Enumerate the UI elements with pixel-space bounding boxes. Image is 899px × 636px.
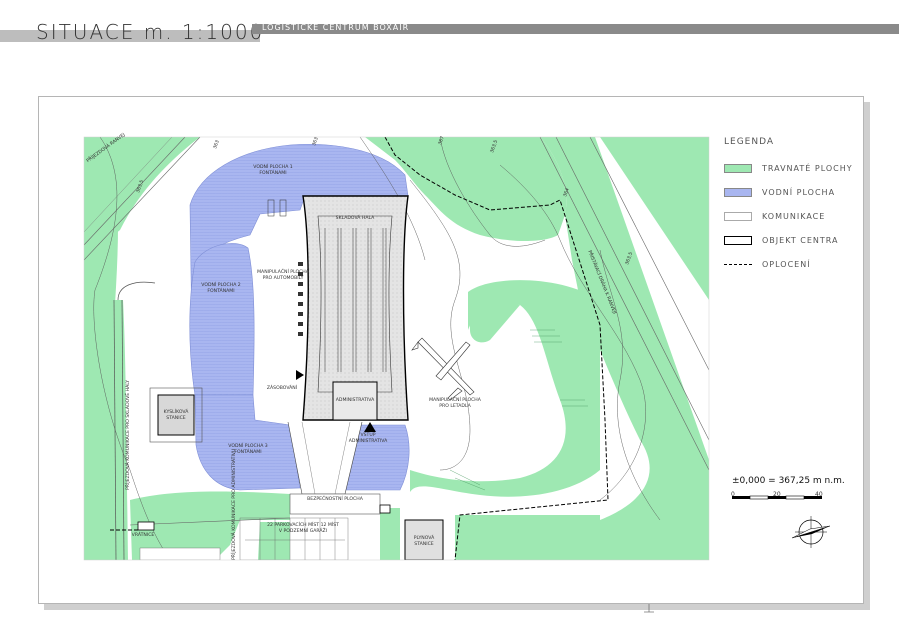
label-road-halls: PŘÍJEZDOVÁ KOMUNIKACE PRO SKLADOVÉ HALY xyxy=(126,379,131,490)
legend-item: OBJEKT CENTRA xyxy=(724,233,838,247)
legend-label: TRAVNATÉ PLOCHY xyxy=(762,163,853,173)
legend-label: VODNÍ PLOCHA xyxy=(762,187,836,197)
legend-label: OPLOCENÍ xyxy=(762,259,811,269)
label-aircraft-area: MANIPULAČNÍ PLOCHA PRO LETADLA xyxy=(429,398,481,409)
legend-label: OBJEKT CENTRA xyxy=(762,235,839,245)
grass-south-east xyxy=(455,515,600,560)
legend-item: TRAVNATÉ PLOCHY xyxy=(724,161,853,175)
legend-swatch xyxy=(724,163,752,173)
label-water-2: VODNÍ PLOCHA 2 FONTÁNAMI xyxy=(201,283,241,294)
grass-west-lower xyxy=(84,300,128,560)
label-gas-station: PLYNOVÁ STANICE xyxy=(413,536,435,547)
label-admin-entry: VSTUP ADMINISTRATIVA xyxy=(348,433,388,444)
label-supply: ZÁSOBOVÁNÍ xyxy=(266,386,298,391)
legend-title: LEGENDA xyxy=(724,137,775,147)
label-oxygen-station: KYSLÍKOVÁ STANICE xyxy=(163,410,189,421)
label-parking: 22 PARKOVACÍCH MÍST 12 MÍST V PODZEMNÍ G… xyxy=(267,523,339,534)
legend-item: KOMUNIKACE xyxy=(724,209,825,223)
label-water-1: VODNÍ PLOCHA 1 FONTÁNAMI xyxy=(253,165,293,176)
legend-swatch xyxy=(724,187,752,197)
label-gatehouse: VRÁTNICE xyxy=(131,533,155,538)
legend-swatch xyxy=(724,263,752,265)
scale-tick-0: 0 xyxy=(731,491,735,498)
scale-tick-40: 40 xyxy=(815,491,823,498)
legend-item: OPLOCENÍ xyxy=(724,257,811,271)
legend-swatch xyxy=(724,235,752,245)
elevation-note: ±0,000 = 367,25 m n.m. xyxy=(732,476,845,486)
gatehouse xyxy=(137,521,155,531)
label-warehouse-hall: SKLADOVÁ HALA xyxy=(335,216,375,221)
water-pond-2 xyxy=(189,243,255,396)
label-vehicle-area: MANIPULAČNÍ PLOCHA PRO AUTOMOBILY xyxy=(257,270,309,281)
scale-tick-20: 20 xyxy=(773,491,781,498)
legend-swatch xyxy=(724,211,752,221)
site-plan xyxy=(83,136,831,613)
north-arrow-icon xyxy=(791,516,831,548)
label-security-area: BEZPEČNOSTNÍ PLOCHA xyxy=(307,497,363,502)
legend-item: VODNÍ PLOCHA xyxy=(724,185,835,199)
legend-label: KOMUNIKACE xyxy=(762,211,826,221)
label-road-admin: PŘÍJEZDOVÁ KOMUNIKACE PRO ADMINISTRATIVU xyxy=(232,448,237,560)
label-administration: ADMINISTRATIVA xyxy=(335,398,375,403)
